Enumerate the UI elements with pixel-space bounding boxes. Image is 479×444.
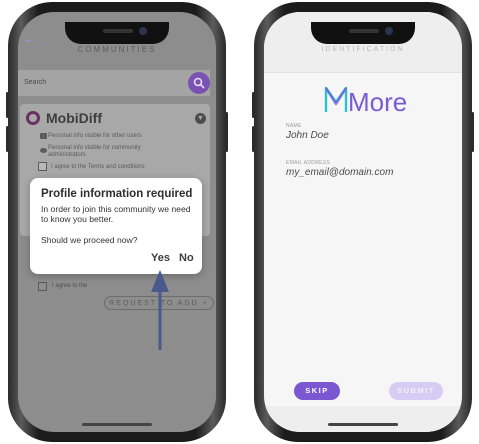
name-field[interactable]: John Doe [286,130,329,141]
dialog-body: In order to join this community we need … [41,204,191,224]
dialog-title: Profile information required [41,188,193,200]
request-to-add-button[interactable]: REQUEST TO ADD + [104,296,214,310]
submit-button[interactable]: SUBMIT [389,382,443,400]
no-button[interactable]: No [179,252,194,264]
option-personal-info-users[interactable]: Personal info visible for other users [48,133,142,140]
chevron-down-icon[interactable]: ▼ [195,113,206,124]
search-bar[interactable]: Search [18,70,210,96]
dialog-question: Should we proceed now? [41,235,138,245]
id-card-icon [40,133,47,139]
agree-label: I agree to the [52,283,88,289]
power-button [225,112,228,152]
volume-button [6,92,9,118]
terms-label[interactable]: I agree to the Terms and conditions [51,164,145,171]
yes-button[interactable]: Yes [151,252,170,264]
communities-screen: ← COMMUNITIES Search MobiDiff ▼ Personal… [18,12,216,432]
community-name: MobiDiff [46,110,102,126]
card-footer: I agree to the REQUEST TO ADD + [20,282,214,326]
phone-left: ← COMMUNITIES Search MobiDiff ▼ Personal… [6,2,228,442]
home-indicator [328,423,398,426]
phone-right: IDENTIFICATION More NAME John Doe EMAIL … [252,2,474,442]
option-personal-info-admins[interactable]: Personal info visible for community admi… [48,145,178,159]
volume-button [252,92,255,118]
home-indicator [82,423,152,426]
logo-mark: More [324,86,407,117]
identification-screen: IDENTIFICATION More NAME John Doe EMAIL … [264,12,462,432]
volume-button [252,126,255,152]
power-button [471,112,474,152]
more-logo: More [264,80,462,118]
page-title: IDENTIFICATION [321,46,405,53]
search-input[interactable]: Search [24,79,46,86]
notch [311,22,415,44]
name-label: NAME [286,123,302,129]
footer [264,406,462,432]
search-icon [193,77,205,89]
email-label: EMAIL ADDRESS [286,160,331,166]
email-field[interactable]: my_email@domain.com [286,167,393,178]
agree-checkbox[interactable] [38,282,47,291]
logo-text: More [348,87,407,117]
eye-icon [40,148,47,153]
search-button[interactable] [188,72,210,94]
page-title: COMMUNITIES [77,45,157,54]
skip-button[interactable]: SKIP [294,382,340,400]
volume-button [6,126,9,152]
notch [65,22,169,44]
terms-checkbox[interactable] [38,162,47,171]
profile-required-dialog: Profile information required In order to… [30,178,202,274]
community-logo [26,111,40,125]
